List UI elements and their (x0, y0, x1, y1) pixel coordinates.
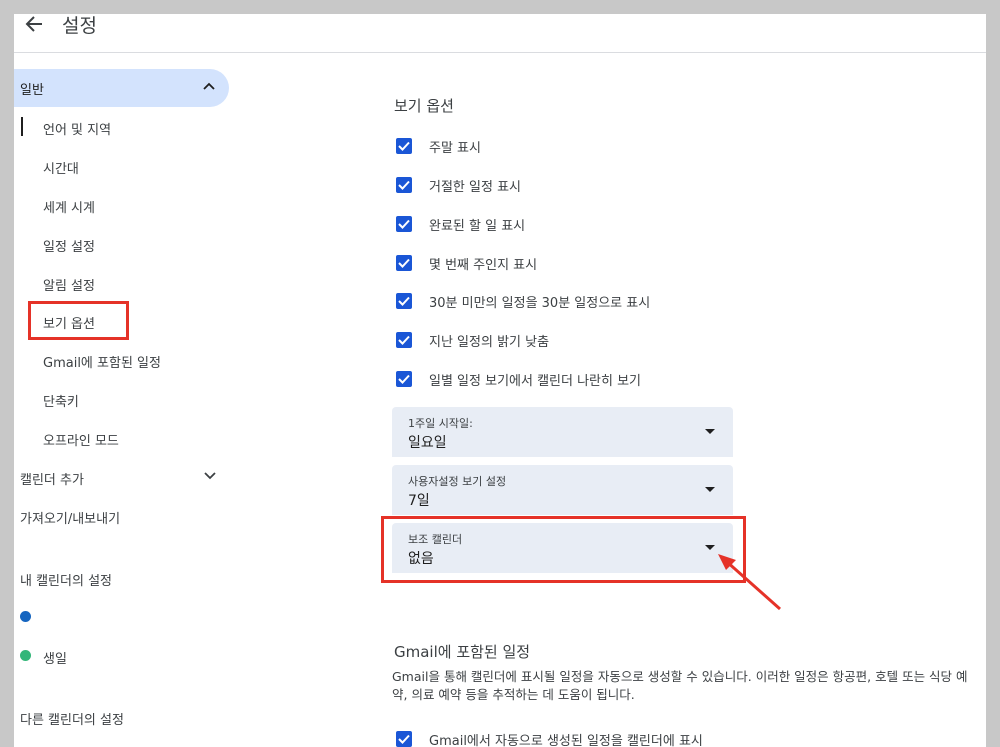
gmail-events-description: Gmail을 통해 캘린더에 표시될 일정을 자동으로 생성할 수 있습니다. … (392, 669, 968, 702)
checkbox-label: 몇 번째 주인지 표시 (429, 257, 538, 273)
checkbox-checked-icon[interactable] (396, 138, 412, 154)
main-content: 보기 옵션 주말 표시 거절한 일정 표시 완료된 할 일 표시 몇 번째 주인… (14, 14, 986, 747)
checkbox-row[interactable]: Gmail에서 자동으로 생성된 일정을 캘린더에 표시 (396, 728, 703, 747)
select-value: 7일 (408, 493, 430, 509)
gmail-events-title: Gmail에 포함된 일정 (394, 643, 531, 661)
checkbox-checked-icon[interactable] (396, 731, 412, 747)
dropdown-arrow-icon[interactable] (705, 429, 715, 434)
checkbox-label: 30분 미만의 일정을 30분 일정으로 표시 (429, 295, 651, 311)
checkbox-row[interactable]: 거절한 일정 표시 (396, 174, 521, 196)
dropdown-arrow-icon[interactable] (705, 487, 715, 492)
checkbox-label: 주말 표시 (429, 140, 481, 156)
checkbox-label: 거절한 일정 표시 (429, 179, 521, 195)
checkbox-row[interactable]: 몇 번째 주인지 표시 (396, 252, 537, 274)
select-label: 사용자설정 보기 설정 (408, 475, 507, 488)
checkbox-checked-icon[interactable] (396, 255, 412, 271)
checkbox-label: 일별 일정 보기에서 캘린더 나란히 보기 (429, 373, 642, 389)
checkbox-checked-icon[interactable] (396, 216, 412, 232)
checkbox-row[interactable]: 일별 일정 보기에서 캘린더 나란히 보기 (396, 368, 641, 390)
checkbox-row[interactable]: 완료된 할 일 표시 (396, 213, 525, 235)
select-value: 일요일 (408, 435, 447, 451)
checkbox-label: 완료된 할 일 표시 (429, 218, 526, 234)
checkbox-label: 지난 일정의 밝기 낮춤 (429, 334, 550, 350)
checkbox-row[interactable]: 주말 표시 (396, 135, 481, 157)
settings-window: 설정 일반 언어 및 지역 시간대 세계 시계 일정 설정 알림 설정 보기 옵… (14, 14, 986, 747)
checkbox-row[interactable]: 30분 미만의 일정을 30분 일정으로 표시 (396, 290, 650, 312)
select-label: 1주일 시작일: (408, 417, 473, 430)
custom-view-select[interactable]: 사용자설정 보기 설정 7일 (392, 465, 733, 515)
annotation-arrow-icon (718, 554, 781, 611)
view-options-title: 보기 옵션 (394, 97, 454, 115)
checkbox-label: Gmail에서 자동으로 생성된 일정을 캘린더에 표시 (429, 733, 703, 747)
checkbox-checked-icon[interactable] (396, 332, 412, 348)
checkbox-checked-icon[interactable] (396, 293, 412, 309)
highlight-box-secondary-calendar (381, 516, 746, 583)
checkbox-checked-icon[interactable] (396, 177, 412, 193)
checkbox-row[interactable]: 지난 일정의 밝기 낮춤 (396, 329, 549, 351)
checkbox-checked-icon[interactable] (396, 371, 412, 387)
week-start-select[interactable]: 1주일 시작일: 일요일 (392, 407, 733, 457)
